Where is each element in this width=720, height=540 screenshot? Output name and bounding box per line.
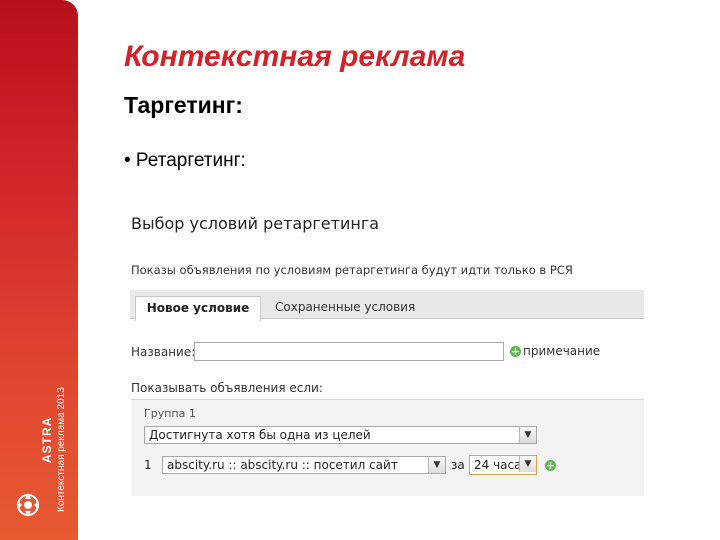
show-if-label: Показывать объявления если:: [131, 381, 323, 395]
bullet-retargeting: • Ретаргетинг:: [124, 150, 246, 171]
note-link-label: примечание: [523, 344, 601, 358]
slide-title: Контекстная реклама: [124, 40, 466, 73]
tab-bar: Новое условие Сохраненные условия: [130, 290, 644, 321]
group-title: Группа 1: [144, 407, 196, 420]
slide-subtitle: Таргетинг:: [124, 92, 243, 118]
chevron-down-icon[interactable]: ▼: [519, 427, 536, 443]
retargeting-panel: Выбор условий ретаргетинга Показы объявл…: [128, 205, 644, 496]
sidebar: Контекстная реклама 2013 ASTRA: [0, 0, 78, 540]
sidebar-vertical-text: Контекстная реклама 2013: [56, 387, 67, 512]
name-label: Название:: [131, 345, 196, 359]
tab-saved-conditions[interactable]: Сохраненные условия: [275, 296, 415, 318]
chevron-down-icon[interactable]: ▼: [519, 456, 536, 472]
logo-text: ASTRA: [40, 416, 54, 463]
name-input[interactable]: [194, 342, 504, 361]
panel-heading: Выбор условий ретаргетинга: [131, 214, 380, 233]
note-link[interactable]: + примечание: [510, 344, 600, 358]
rule-number: 1: [144, 458, 152, 472]
plus-icon: +: [510, 344, 521, 358]
logo-icon: [17, 493, 39, 517]
period-select-value: 24 часа: [474, 458, 522, 472]
period-select[interactable]: 24 часа ▼: [469, 455, 537, 475]
za-label: за: [451, 458, 465, 472]
site-select[interactable]: abscity.ru :: abscity.ru :: посетил сайт…: [162, 456, 446, 474]
tab-new-condition[interactable]: Новое условие: [135, 296, 261, 321]
chevron-down-icon[interactable]: ▼: [428, 457, 445, 473]
site-select-value: abscity.ru :: abscity.ru :: посетил сайт: [167, 458, 398, 472]
goal-select-value: Достигнута хотя бы одна из целей: [149, 428, 371, 442]
add-rule-plus-icon[interactable]: +: [545, 460, 556, 471]
condition-group: Группа 1 Достигнута хотя бы одна из целе…: [131, 399, 644, 496]
panel-note: Показы объявления по условиям ретаргетин…: [131, 263, 573, 277]
goal-select[interactable]: Достигнута хотя бы одна из целей ▼: [144, 426, 537, 444]
